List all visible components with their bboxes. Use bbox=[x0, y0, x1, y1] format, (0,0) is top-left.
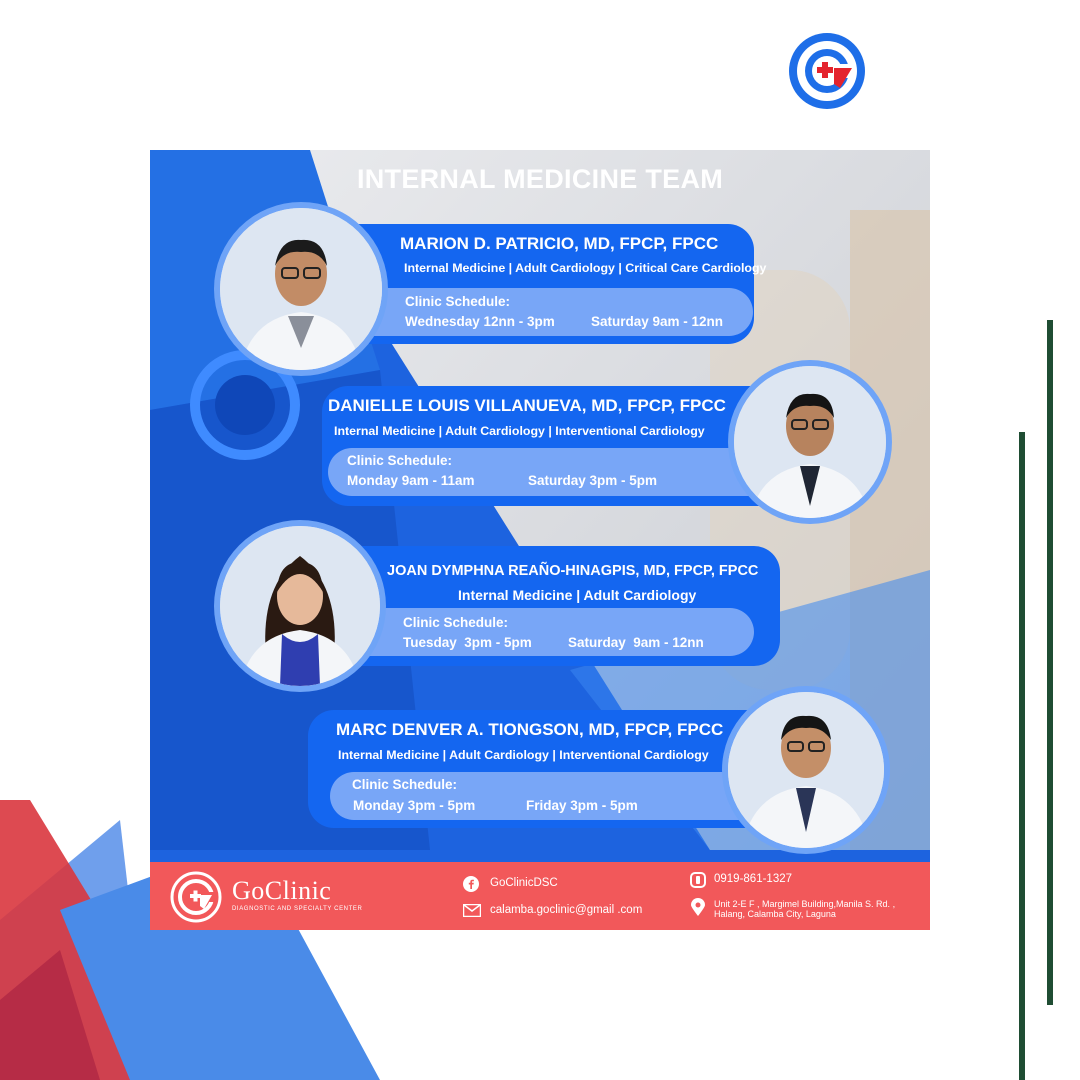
schedule-label: Clinic Schedule: bbox=[405, 294, 511, 309]
internal-medicine-poster: INTERNAL MEDICINE TEAM MARION D. PATRICI… bbox=[150, 150, 930, 930]
schedule-slot: Monday 3pm - 5pm bbox=[353, 798, 476, 813]
goclinic-logo bbox=[170, 871, 222, 923]
decorative-line bbox=[1047, 320, 1053, 1005]
email-icon bbox=[463, 904, 481, 917]
schedule-label: Clinic Schedule: bbox=[347, 453, 453, 468]
doctor-specialties: Internal Medicine | Adult Cardiology | I… bbox=[334, 424, 705, 438]
schedule-slot: Friday 3pm - 5pm bbox=[526, 798, 638, 813]
clinic-address: Unit 2-E F , Margimel Building,Manila S.… bbox=[714, 899, 896, 919]
brand-name: GoClinic bbox=[232, 876, 332, 905]
doctor-name: MARC DENVER A. TIONGSON, MD, FPCP, FPCC bbox=[336, 720, 724, 739]
doctor-photo bbox=[214, 202, 388, 376]
poster-footer: GoClinic DIAGNOSTIC AND SPECIALTY CENTER… bbox=[150, 862, 930, 930]
location-pin-icon bbox=[691, 898, 705, 916]
goclinic-logo bbox=[789, 33, 865, 109]
email-address[interactable]: calamba.goclinic@gmail .com bbox=[490, 904, 642, 916]
doctor-portrait-icon bbox=[220, 208, 382, 370]
doctor-name: JOAN DYMPHNA REAÑO-HINAGPIS, MD, FPCP, F… bbox=[387, 563, 759, 579]
schedule-slot: Saturday 9am - 12nn bbox=[591, 314, 724, 329]
schedule-slot: Wednesday 12nn - 3pm bbox=[405, 314, 555, 329]
doctor-portrait-icon bbox=[220, 526, 380, 686]
doctor-specialties: Internal Medicine | Adult Cardiology bbox=[458, 587, 697, 603]
doctor-specialties: Internal Medicine | Adult Cardiology | I… bbox=[338, 748, 709, 762]
facebook-handle[interactable]: GoClinicDSC bbox=[490, 877, 558, 889]
doctor-portrait-icon bbox=[734, 366, 886, 518]
doctor-photo bbox=[214, 520, 386, 692]
schedule-label: Clinic Schedule: bbox=[403, 615, 509, 630]
phone-icon bbox=[690, 872, 706, 888]
schedule-label: Clinic Schedule: bbox=[352, 777, 458, 792]
doctor-photo bbox=[728, 360, 892, 524]
facebook-icon bbox=[463, 876, 479, 892]
schedule-slot: Tuesday 3pm - 5pm bbox=[403, 635, 532, 650]
decorative-line bbox=[1019, 432, 1025, 1080]
poster-title: INTERNAL MEDICINE TEAM bbox=[356, 164, 724, 194]
phone-number[interactable]: 0919-861-1327 bbox=[714, 873, 792, 885]
doctor-photo bbox=[722, 686, 890, 854]
doctor-name: MARION D. PATRICIO, MD, FPCP, FPCC bbox=[400, 234, 719, 253]
doctor-specialties: Internal Medicine | Adult Cardiology | C… bbox=[404, 261, 767, 275]
schedule-slot: Saturday 3pm - 5pm bbox=[528, 473, 658, 488]
doctor-name: DANIELLE LOUIS VILLANUEVA, MD, FPCP, FPC… bbox=[328, 396, 726, 415]
brand-subtitle: DIAGNOSTIC AND SPECIALTY CENTER bbox=[232, 906, 363, 912]
schedule-slot: Monday 9am - 11am bbox=[347, 473, 475, 488]
doctor-portrait-icon bbox=[728, 692, 884, 848]
schedule-slot: Saturday 9am - 12nn bbox=[568, 635, 704, 650]
